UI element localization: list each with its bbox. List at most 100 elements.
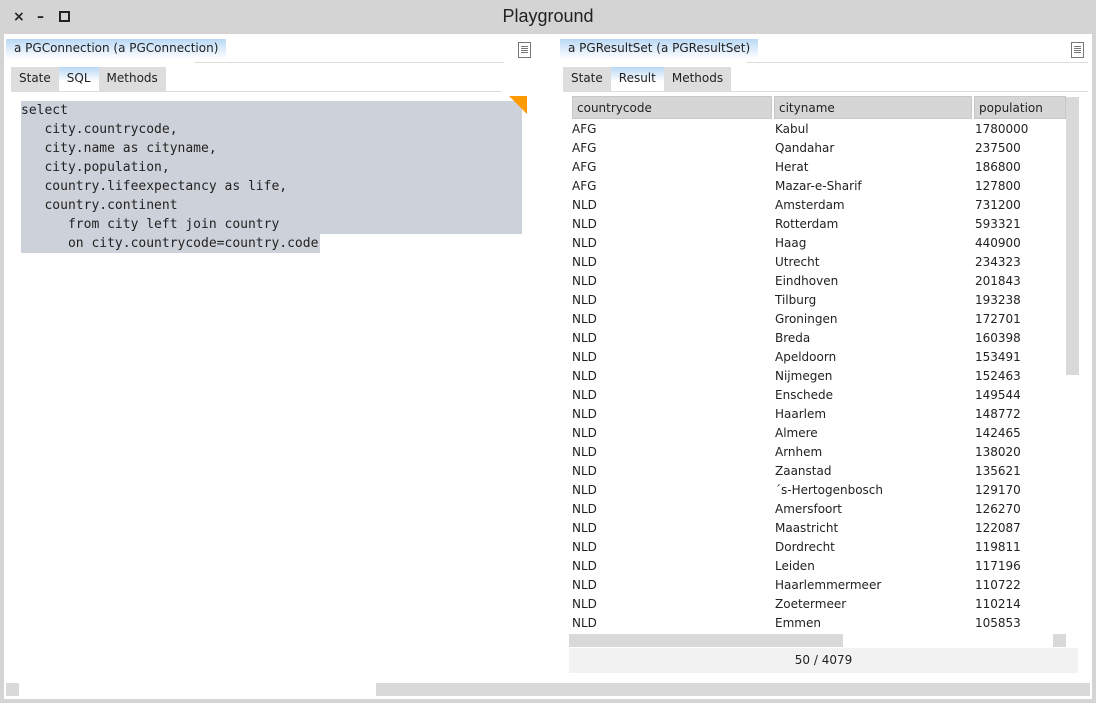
cell-countrycode: NLD [572,559,597,573]
cell-countrycode: NLD [572,445,597,459]
cell-population: 105853 [975,616,1021,630]
code-line: from city left join country [21,215,522,234]
cell-cityname: Eindhoven [775,274,839,288]
tab-result[interactable]: Result [610,67,664,91]
cell-countrycode: NLD [572,350,597,364]
table-row[interactable]: NLD Eindhoven 201843 [572,272,1069,291]
cell-countrycode: AFG [572,141,597,155]
vertical-scrollbar[interactable] [1066,97,1079,375]
cell-population: 110722 [975,578,1021,592]
table-row[interactable]: NLD Dordrecht 119811 [572,538,1069,557]
bottom-horizontal-scrollbar[interactable] [376,683,1078,696]
cell-countrycode: NLD [572,312,597,326]
table-row[interactable]: NLD Leiden 117196 [572,557,1069,576]
cell-cityname: Rotterdam [775,217,839,231]
table-row[interactable]: NLD Breda 160398 [572,329,1069,348]
table-row[interactable]: NLD Utrecht 234323 [572,253,1069,272]
cell-countrycode: NLD [572,483,597,497]
cell-population: 201843 [975,274,1021,288]
cell-population: 127800 [975,179,1021,193]
table-row[interactable]: NLD Nijmegen 152463 [572,367,1069,386]
tab-sql[interactable]: SQL [58,67,99,91]
cell-population: 153491 [975,350,1021,364]
table-row[interactable]: NLD Amsterdam 731200 [572,196,1069,215]
document-icon[interactable] [518,42,531,58]
tab-methods[interactable]: Methods [98,67,166,91]
table-row[interactable]: NLD Amersfoort 126270 [572,500,1069,519]
table-row[interactable]: NLD Haarlem 148772 [572,405,1069,424]
cell-countrycode: NLD [572,597,597,611]
cell-countrycode: NLD [572,388,597,402]
cell-cityname: Almere [775,426,818,440]
scroll-handle[interactable] [6,683,19,696]
editor-corner-marker [509,96,527,114]
table-row[interactable]: AFG Qandahar 237500 [572,139,1069,158]
table-row[interactable]: AFG Herat 186800 [572,158,1069,177]
table-row[interactable]: NLD Emmen 105853 [572,614,1069,633]
code-line: city.population, [21,158,522,177]
cell-countrycode: NLD [572,540,597,554]
code-line: select [21,101,522,120]
cell-population: 186800 [975,160,1021,174]
table-row[interactable]: NLD Zoetermeer 110214 [572,595,1069,614]
cell-cityname: Amsterdam [775,198,845,212]
table-row[interactable]: NLD Maastricht 122087 [572,519,1069,538]
cell-population: 731200 [975,198,1021,212]
tab-state[interactable]: State [11,67,59,91]
table-row[interactable]: NLD Groningen 172701 [572,310,1069,329]
cell-population: 440900 [975,236,1021,250]
cell-population: 152463 [975,369,1021,383]
table-row[interactable]: NLD Zaanstad 135621 [572,462,1069,481]
cell-countrycode: NLD [572,616,597,630]
sql-editor[interactable]: select city.countrycode, city.name as ci… [21,101,522,253]
table-row[interactable]: NLD Arnhem 138020 [572,443,1069,462]
table-row[interactable]: NLD Haarlemmermeer 110722 [572,576,1069,595]
table-row[interactable]: AFG Mazar-e-Sharif 127800 [572,177,1069,196]
right-pane-title[interactable]: a PGResultSet (a PGResultSet) [560,39,759,59]
table-row[interactable]: NLD Enschede 149544 [572,386,1069,405]
column-header-countrycode[interactable]: countrycode [572,96,772,119]
cell-countrycode: AFG [572,122,597,136]
cell-countrycode: NLD [572,578,597,592]
cell-countrycode: NLD [572,236,597,250]
column-header-cityname[interactable]: cityname [774,96,972,119]
cell-countrycode: NLD [572,521,597,535]
table-row[interactable]: NLD Apeldoorn 153491 [572,348,1069,367]
table-row[interactable]: AFG Kabul 1780000 [572,120,1069,139]
code-line: country.continent [21,196,522,215]
cell-cityname: Nijmegen [775,369,833,383]
cell-cityname: Qandahar [775,141,835,155]
cell-cityname: Mazar-e-Sharif [775,179,862,193]
cell-cityname: Dordrecht [775,540,835,554]
column-header-population[interactable]: population [974,96,1066,119]
cell-cityname: Leiden [775,559,815,573]
right-tabs: State Result Methods [563,67,732,91]
cell-cityname: Herat [775,160,809,174]
document-icon[interactable] [1071,42,1084,58]
tab-state[interactable]: State [563,67,611,91]
cell-countrycode: NLD [572,369,597,383]
table-row[interactable]: NLD ´s-Hertogenbosch 129170 [572,481,1069,500]
scroll-corner [1078,683,1090,696]
horizontal-scrollbar[interactable] [569,634,843,647]
table-row[interactable]: NLD Rotterdam 593321 [572,215,1069,234]
cell-countrycode: NLD [572,502,597,516]
cell-countrycode: NLD [572,293,597,307]
cell-cityname: Haarlemmermeer [775,578,882,592]
divider [11,91,501,92]
code-line: on city.countrycode=country.code [21,234,320,253]
scroll-corner [1053,634,1066,647]
cell-population: 142465 [975,426,1021,440]
cell-cityname: Haag [775,236,807,250]
left-pane-title[interactable]: a PGConnection (a PGConnection) [6,39,227,59]
table-row[interactable]: NLD Haag 440900 [572,234,1069,253]
divider [194,62,504,63]
table-row[interactable]: NLD Tilburg 193238 [572,291,1069,310]
cell-population: 193238 [975,293,1021,307]
divider [746,62,1088,63]
table-row[interactable]: NLD Almere 142465 [572,424,1069,443]
tab-methods[interactable]: Methods [663,67,732,91]
cell-cityname: Haarlem [775,407,827,421]
code-line: city.name as cityname, [21,139,522,158]
cell-countrycode: NLD [572,217,597,231]
